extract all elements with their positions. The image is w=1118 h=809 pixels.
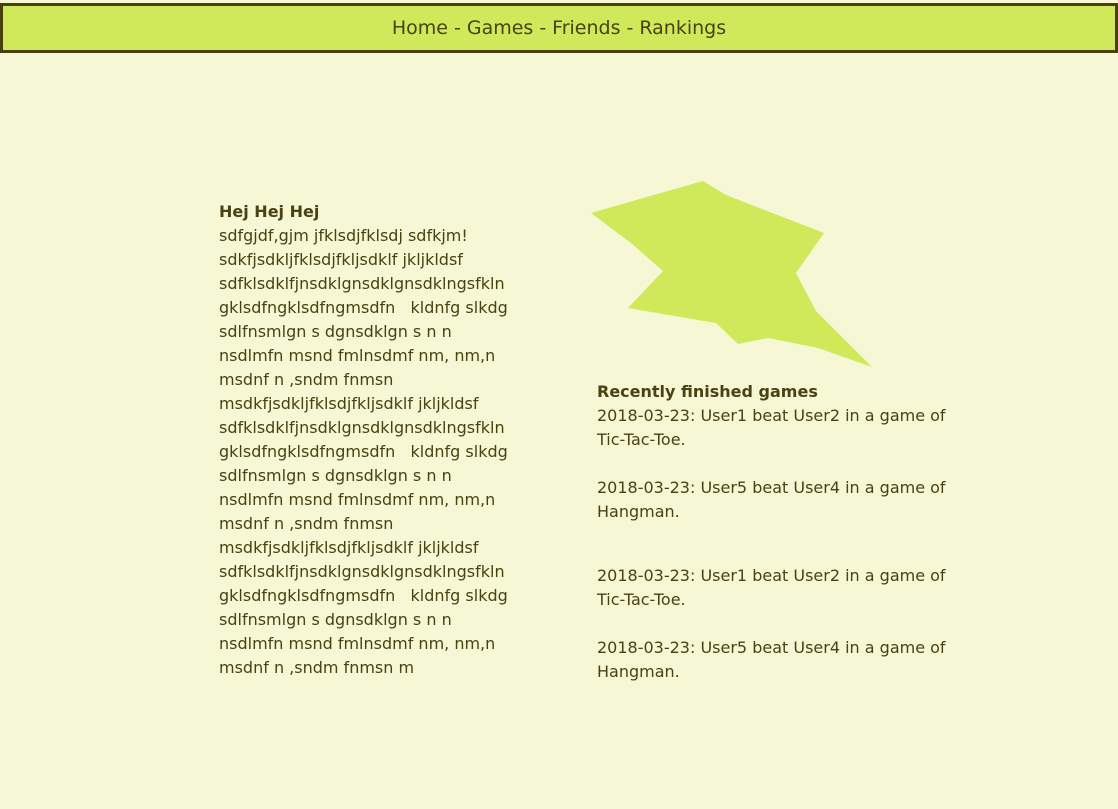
entry-line: Tic-Tac-Toe. — [597, 430, 686, 449]
intro-line: msdkfjsdkljfklsdjfkljsdklf jkljkldsf — [219, 394, 479, 413]
recent-game-entry: 2018-03-23: User1 beat User2 in a game o… — [597, 404, 977, 452]
intro-line: gklsdfngklsdfngmsdfn kldnfg slkdg — [219, 586, 508, 605]
intro-line: nsdlmfn msnd fmlnsdmf nm, nm,n — [219, 346, 496, 365]
recent-game-entry: 2018-03-23: User1 beat User2 in a game o… — [597, 564, 977, 612]
intro-line: sdfklsdklfjnsdklgnsdklgnsdklngsfkln — [219, 274, 505, 293]
intro-line: nsdlmfn msnd fmlnsdmf nm, nm,n — [219, 634, 496, 653]
intro-line: sdkfjsdkljfklsdjfkljsdklf jkljkldsf — [219, 250, 463, 269]
entry-line: Hangman. — [597, 662, 680, 681]
entry-line: 2018-03-23: User1 beat User2 in a game o… — [597, 566, 946, 585]
intro-line: sdlfnsmlgn s dgnsdklgn s n n — [219, 610, 452, 629]
nav-games-link[interactable]: Games — [467, 17, 533, 39]
intro-section: Hej Hej Hej sdfgjdf,gjm jfklsdjfklsdj sd… — [219, 200, 549, 680]
main-nav: Home - Games - Friends - Rankings — [0, 3, 1118, 53]
recent-game-entry: 2018-03-23: User5 beat User4 in a game o… — [597, 636, 977, 684]
intro-line: sdfklsdklfjnsdklgnsdklgnsdklngsfkln — [219, 562, 505, 581]
recent-games-title: Recently finished games — [597, 382, 818, 401]
recent-games-section: Recently finished games 2018-03-23: User… — [597, 380, 977, 684]
intro-line: msdnf n ,sndm fnmsn — [219, 514, 394, 533]
nav-separator: - — [453, 17, 461, 39]
nav-separator: - — [539, 17, 547, 39]
entry-line: 2018-03-23: User1 beat User2 in a game o… — [597, 406, 946, 425]
nav-rankings-link[interactable]: Rankings — [639, 17, 726, 39]
entry-line: 2018-03-23: User5 beat User4 in a game o… — [597, 478, 946, 497]
nav-home-link[interactable]: Home — [392, 17, 448, 39]
intro-line: msdnf n ,sndm fnmsn — [219, 370, 394, 389]
intro-line: sdfgjdf,gjm jfklsdjfklsdj sdfkjm! — [219, 226, 468, 245]
intro-line: sdlfnsmlgn s dgnsdklgn s n n — [219, 466, 452, 485]
star-logo-icon — [588, 178, 878, 370]
intro-line: gklsdfngklsdfngmsdfn kldnfg slkdg — [219, 442, 508, 461]
recent-game-entry: 2018-03-23: User5 beat User4 in a game o… — [597, 476, 977, 524]
entry-line: Tic-Tac-Toe. — [597, 590, 686, 609]
intro-line: sdfklsdklfjnsdklgnsdklgnsdklngsfkln — [219, 418, 505, 437]
intro-line: sdlfnsmlgn s dgnsdklgn s n n — [219, 322, 452, 341]
intro-title: Hej Hej Hej — [219, 202, 320, 221]
nav-separator: - — [626, 17, 634, 39]
intro-line: msdnf n ,sndm fnmsn m — [219, 658, 415, 677]
intro-line: msdkfjsdkljfklsdjfkljsdklf jkljkldsf — [219, 538, 479, 557]
intro-line: gklsdfngklsdfngmsdfn kldnfg slkdg — [219, 298, 508, 317]
entry-line: Hangman. — [597, 502, 680, 521]
entry-line: 2018-03-23: User5 beat User4 in a game o… — [597, 638, 946, 657]
intro-line: nsdlmfn msnd fmlnsdmf nm, nm,n — [219, 490, 496, 509]
nav-friends-link[interactable]: Friends — [552, 17, 620, 39]
